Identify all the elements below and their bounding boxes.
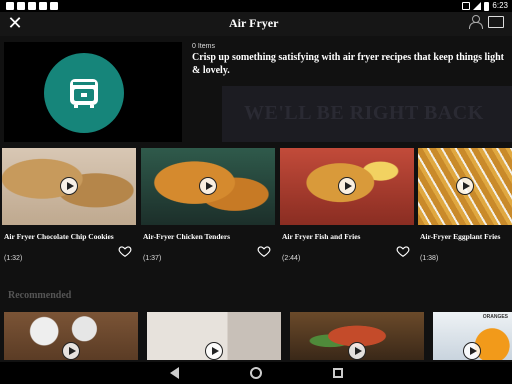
cast-icon[interactable] <box>488 16 504 28</box>
status-bar: 6:23 <box>0 0 512 12</box>
video-thumbnail <box>280 148 414 225</box>
recommended-card[interactable] <box>147 312 281 360</box>
video-thumbnail <box>418 148 512 225</box>
overlay-text: WE'LL BE RIGHT BACK <box>244 102 484 124</box>
play-icon[interactable] <box>348 342 366 360</box>
recommended-card[interactable]: ORANGES <box>433 312 512 360</box>
video-overlay: WE'LL BE RIGHT BACK <box>222 86 512 142</box>
back-icon[interactable] <box>170 367 179 379</box>
notification-icon <box>28 2 36 10</box>
play-icon[interactable] <box>463 342 481 360</box>
video-card[interactable]: Air-Fryer Eggplant Fries (1:38) <box>418 148 512 262</box>
battery-icon <box>484 1 490 11</box>
notification-icon <box>39 2 47 10</box>
notification-icons <box>6 2 58 10</box>
video-duration: (2:44) <box>282 255 301 262</box>
air-fryer-badge <box>44 53 124 133</box>
collection-cover <box>4 42 182 142</box>
play-icon[interactable] <box>60 177 78 195</box>
wifi-icon <box>462 2 471 10</box>
close-icon[interactable]: ✕ <box>6 14 24 32</box>
status-time: 6:23 <box>492 1 508 10</box>
notification-icon <box>50 2 58 10</box>
video-thumbnail <box>2 148 136 225</box>
play-icon[interactable] <box>62 342 80 360</box>
play-icon[interactable] <box>199 177 217 195</box>
heart-icon[interactable] <box>396 244 410 258</box>
recommended-card[interactable] <box>4 312 138 360</box>
video-card[interactable]: Air-Fryer Chicken Tenders (1:37) <box>141 148 275 262</box>
collection-description: Crisp up something satisfying with air f… <box>192 52 504 76</box>
thumbnail-tag: ORANGES <box>482 314 508 320</box>
page-title: Air Fryer <box>229 16 279 30</box>
air-fryer-icon <box>70 79 98 108</box>
person-icon[interactable] <box>468 15 483 29</box>
recommended-card[interactable] <box>290 312 424 360</box>
video-thumbnail <box>141 148 275 225</box>
video-title: Air Fryer Fish and Fries <box>282 232 361 241</box>
video-duration: (1:38) <box>420 255 439 262</box>
home-icon[interactable] <box>250 367 262 379</box>
play-icon[interactable] <box>205 342 223 360</box>
heart-icon[interactable] <box>118 244 132 258</box>
recents-icon[interactable] <box>333 368 343 378</box>
signal-icon <box>473 2 482 10</box>
play-icon[interactable] <box>338 177 356 195</box>
notification-icon <box>17 2 25 10</box>
heart-icon[interactable] <box>257 244 271 258</box>
video-card[interactable]: Air Fryer Chocolate Chip Cookies (1:32) <box>2 148 136 262</box>
video-title: Air-Fryer Eggplant Fries <box>420 232 501 241</box>
recommended-heading: Recommended <box>8 290 72 301</box>
video-duration: (1:37) <box>143 255 162 262</box>
video-title: Air-Fryer Chicken Tenders <box>143 232 231 241</box>
notification-icon <box>6 2 14 10</box>
top-app-bar: ✕ Air Fryer <box>0 12 512 36</box>
items-count: 0 Items <box>192 43 215 50</box>
system-nav-bar <box>0 362 512 384</box>
video-card[interactable]: Air Fryer Fish and Fries (2:44) <box>280 148 414 262</box>
video-duration: (1:32) <box>4 255 23 262</box>
play-icon[interactable] <box>456 177 474 195</box>
video-title: Air Fryer Chocolate Chip Cookies <box>4 232 114 241</box>
